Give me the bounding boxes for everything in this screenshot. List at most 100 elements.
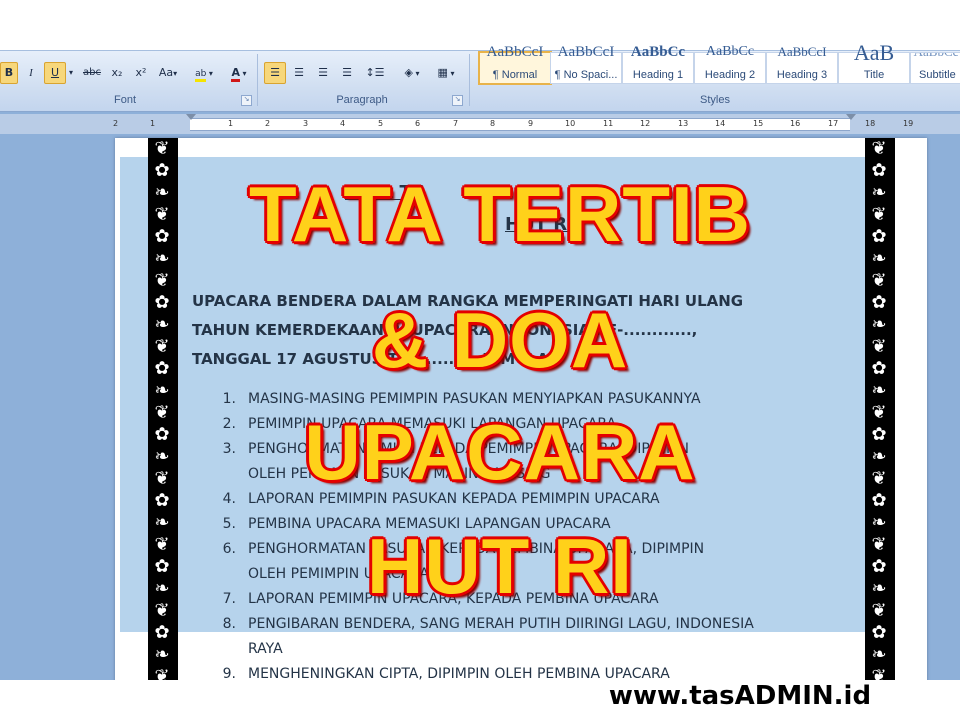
align-left-icon: ☰ <box>270 66 280 79</box>
borders-button[interactable]: ▦ ▾ <box>430 62 462 84</box>
font-group-label: Font <box>113 94 136 106</box>
change-case-button[interactable]: Aa▾ <box>154 62 182 84</box>
floral-ornament-icon: ❧ <box>871 644 887 665</box>
style-heading-2[interactable]: AaBbCc Heading 2 <box>694 44 766 84</box>
ruler-number: 9 <box>528 119 534 128</box>
style-normal[interactable]: AaBbCcI ¶ Normal <box>478 44 552 85</box>
style-heading-1[interactable]: AaBbCc Heading 1 <box>622 44 694 84</box>
align-right-button[interactable]: ☰ <box>312 62 334 84</box>
highlight-pen-icon: ab <box>195 69 207 82</box>
floral-ornament-icon: ❦ <box>871 204 887 225</box>
ruler-number: 3 <box>303 119 309 128</box>
right-indent-marker-icon[interactable] <box>846 114 856 120</box>
paragraph-group-label: Paragraph <box>336 94 388 106</box>
floral-ornament-icon: ❦ <box>871 402 887 423</box>
justify-button[interactable]: ☰ <box>336 62 358 84</box>
list-item-number: 8. <box>222 616 236 632</box>
overlay-title-line4: HUT RI <box>367 522 633 610</box>
style-preview: AaBbCc <box>705 44 755 59</box>
font-color-button[interactable]: A ▾ <box>222 62 256 84</box>
ruler-number: 16 <box>790 119 801 128</box>
paragraph-dialog-launcher-icon[interactable]: ↘ <box>452 95 463 106</box>
font-color-icon: A <box>231 66 240 82</box>
shading-button[interactable]: ◈ ▾ <box>394 62 430 84</box>
highlight-color-button[interactable]: ab ▾ <box>186 62 222 84</box>
underline-dropdown-icon[interactable]: ▾ <box>66 62 76 84</box>
italic-button[interactable]: I <box>22 62 40 84</box>
ruler-number: 13 <box>678 119 689 128</box>
top-blank-area <box>0 0 960 50</box>
floral-ornament-icon: ✿ <box>871 160 887 181</box>
dialog-launcher-icon[interactable]: ↘ <box>241 95 252 106</box>
subscript-button[interactable]: x₂ <box>106 62 128 84</box>
style-name: Heading 2 <box>704 69 756 81</box>
floral-ornament-icon: ❧ <box>871 380 887 401</box>
styles-group-label: Styles <box>700 94 730 106</box>
style-no-spacing[interactable]: AaBbCcI ¶ No Spaci... <box>550 44 622 84</box>
floral-ornament-icon: ✿ <box>871 358 887 379</box>
floral-ornament-icon: ❧ <box>871 314 887 335</box>
strikethrough-button[interactable]: abc <box>80 62 104 84</box>
style-heading-3[interactable]: AaBbCcI Heading 3 <box>766 44 838 84</box>
floral-ornament-icon: ✿ <box>871 556 887 577</box>
shading-icon: ◈ <box>404 66 413 79</box>
style-name: Subtitle <box>919 69 956 81</box>
list-item-number: 1. <box>222 391 236 407</box>
overlay-title-line1: TATA TERTIB <box>248 170 751 258</box>
ruler-text-area <box>190 118 850 131</box>
style-preview: AaBbCcI <box>486 44 544 60</box>
style-preview: AaBbCc <box>630 44 686 60</box>
floral-ornament-icon: ❦ <box>871 138 887 159</box>
style-name: Heading 3 <box>776 69 828 81</box>
style-preview: AaBbCcI <box>777 44 827 59</box>
floral-ornament-icon: ❦ <box>871 600 887 621</box>
floral-ornament-icon: ❦ <box>871 468 887 489</box>
ribbon-group-divider <box>257 54 258 106</box>
align-center-button[interactable]: ☰ <box>288 62 310 84</box>
floral-ornament-icon: ❦ <box>154 138 170 159</box>
overlay-title-line3: UPACARA <box>304 408 696 496</box>
list-item-text: MASING-MASING PEMIMPIN PASUKAN MENYIAPKA… <box>248 391 701 407</box>
floral-ornament-icon: ❧ <box>871 446 887 467</box>
underline-button[interactable]: U <box>44 62 66 84</box>
line-spacing-icon: ↕☰ <box>365 66 385 79</box>
floral-ornament-icon: ✿ <box>871 622 887 643</box>
floral-ornament-icon: ❧ <box>871 182 887 203</box>
style-name: ¶ Normal <box>492 69 538 81</box>
align-center-icon: ☰ <box>294 66 304 79</box>
style-preview: AaBbCcI <box>557 44 615 60</box>
floral-ornament-icon: ❧ <box>871 578 887 599</box>
style-title[interactable]: AaB Title <box>838 40 910 84</box>
style-name: ¶ No Spaci... <box>554 69 618 81</box>
floral-ornament-icon: ❧ <box>871 512 887 533</box>
style-preview: AaBbCc <box>911 53 960 60</box>
ruler-number: 8 <box>490 119 496 128</box>
site-watermark: www.tasADMIN.id <box>608 681 872 711</box>
ruler-number: 11 <box>603 119 614 128</box>
indent-marker-icon[interactable] <box>186 114 196 120</box>
ruler-number: 18 <box>865 119 876 128</box>
floral-ornament-icon: ✿ <box>154 622 170 643</box>
ruler-number: 10 <box>565 119 576 128</box>
style-name: Heading 1 <box>632 69 684 81</box>
floral-ornament-icon: ❧ <box>154 380 170 401</box>
floral-ornament-icon: ❧ <box>154 644 170 665</box>
style-preview: AaB <box>853 40 895 65</box>
list-item-text: PENGIBARAN BENDERA, SANG MERAH PUTIH DII… <box>248 616 754 632</box>
bold-button[interactable]: B <box>0 62 18 84</box>
ruler-number: 7 <box>453 119 459 128</box>
line-spacing-button[interactable]: ↕☰ <box>360 62 390 84</box>
align-right-icon: ☰ <box>318 66 328 79</box>
align-left-button[interactable]: ☰ <box>264 62 286 84</box>
superscript-button[interactable]: x² <box>130 62 152 84</box>
ruler-number: 15 <box>753 119 764 128</box>
floral-ornament-icon: ✿ <box>871 226 887 247</box>
borders-icon: ▦ <box>437 66 448 79</box>
ruler-number: 4 <box>340 119 346 128</box>
floral-ornament-icon: ❦ <box>154 270 170 291</box>
ruler-number: 19 <box>903 119 914 128</box>
floral-ornament-icon: ✿ <box>871 292 887 313</box>
style-subtitle[interactable]: AaBbCc Subtitle <box>910 52 960 84</box>
floral-ornament-icon: ❦ <box>871 270 887 291</box>
ruler-number: 5 <box>378 119 384 128</box>
